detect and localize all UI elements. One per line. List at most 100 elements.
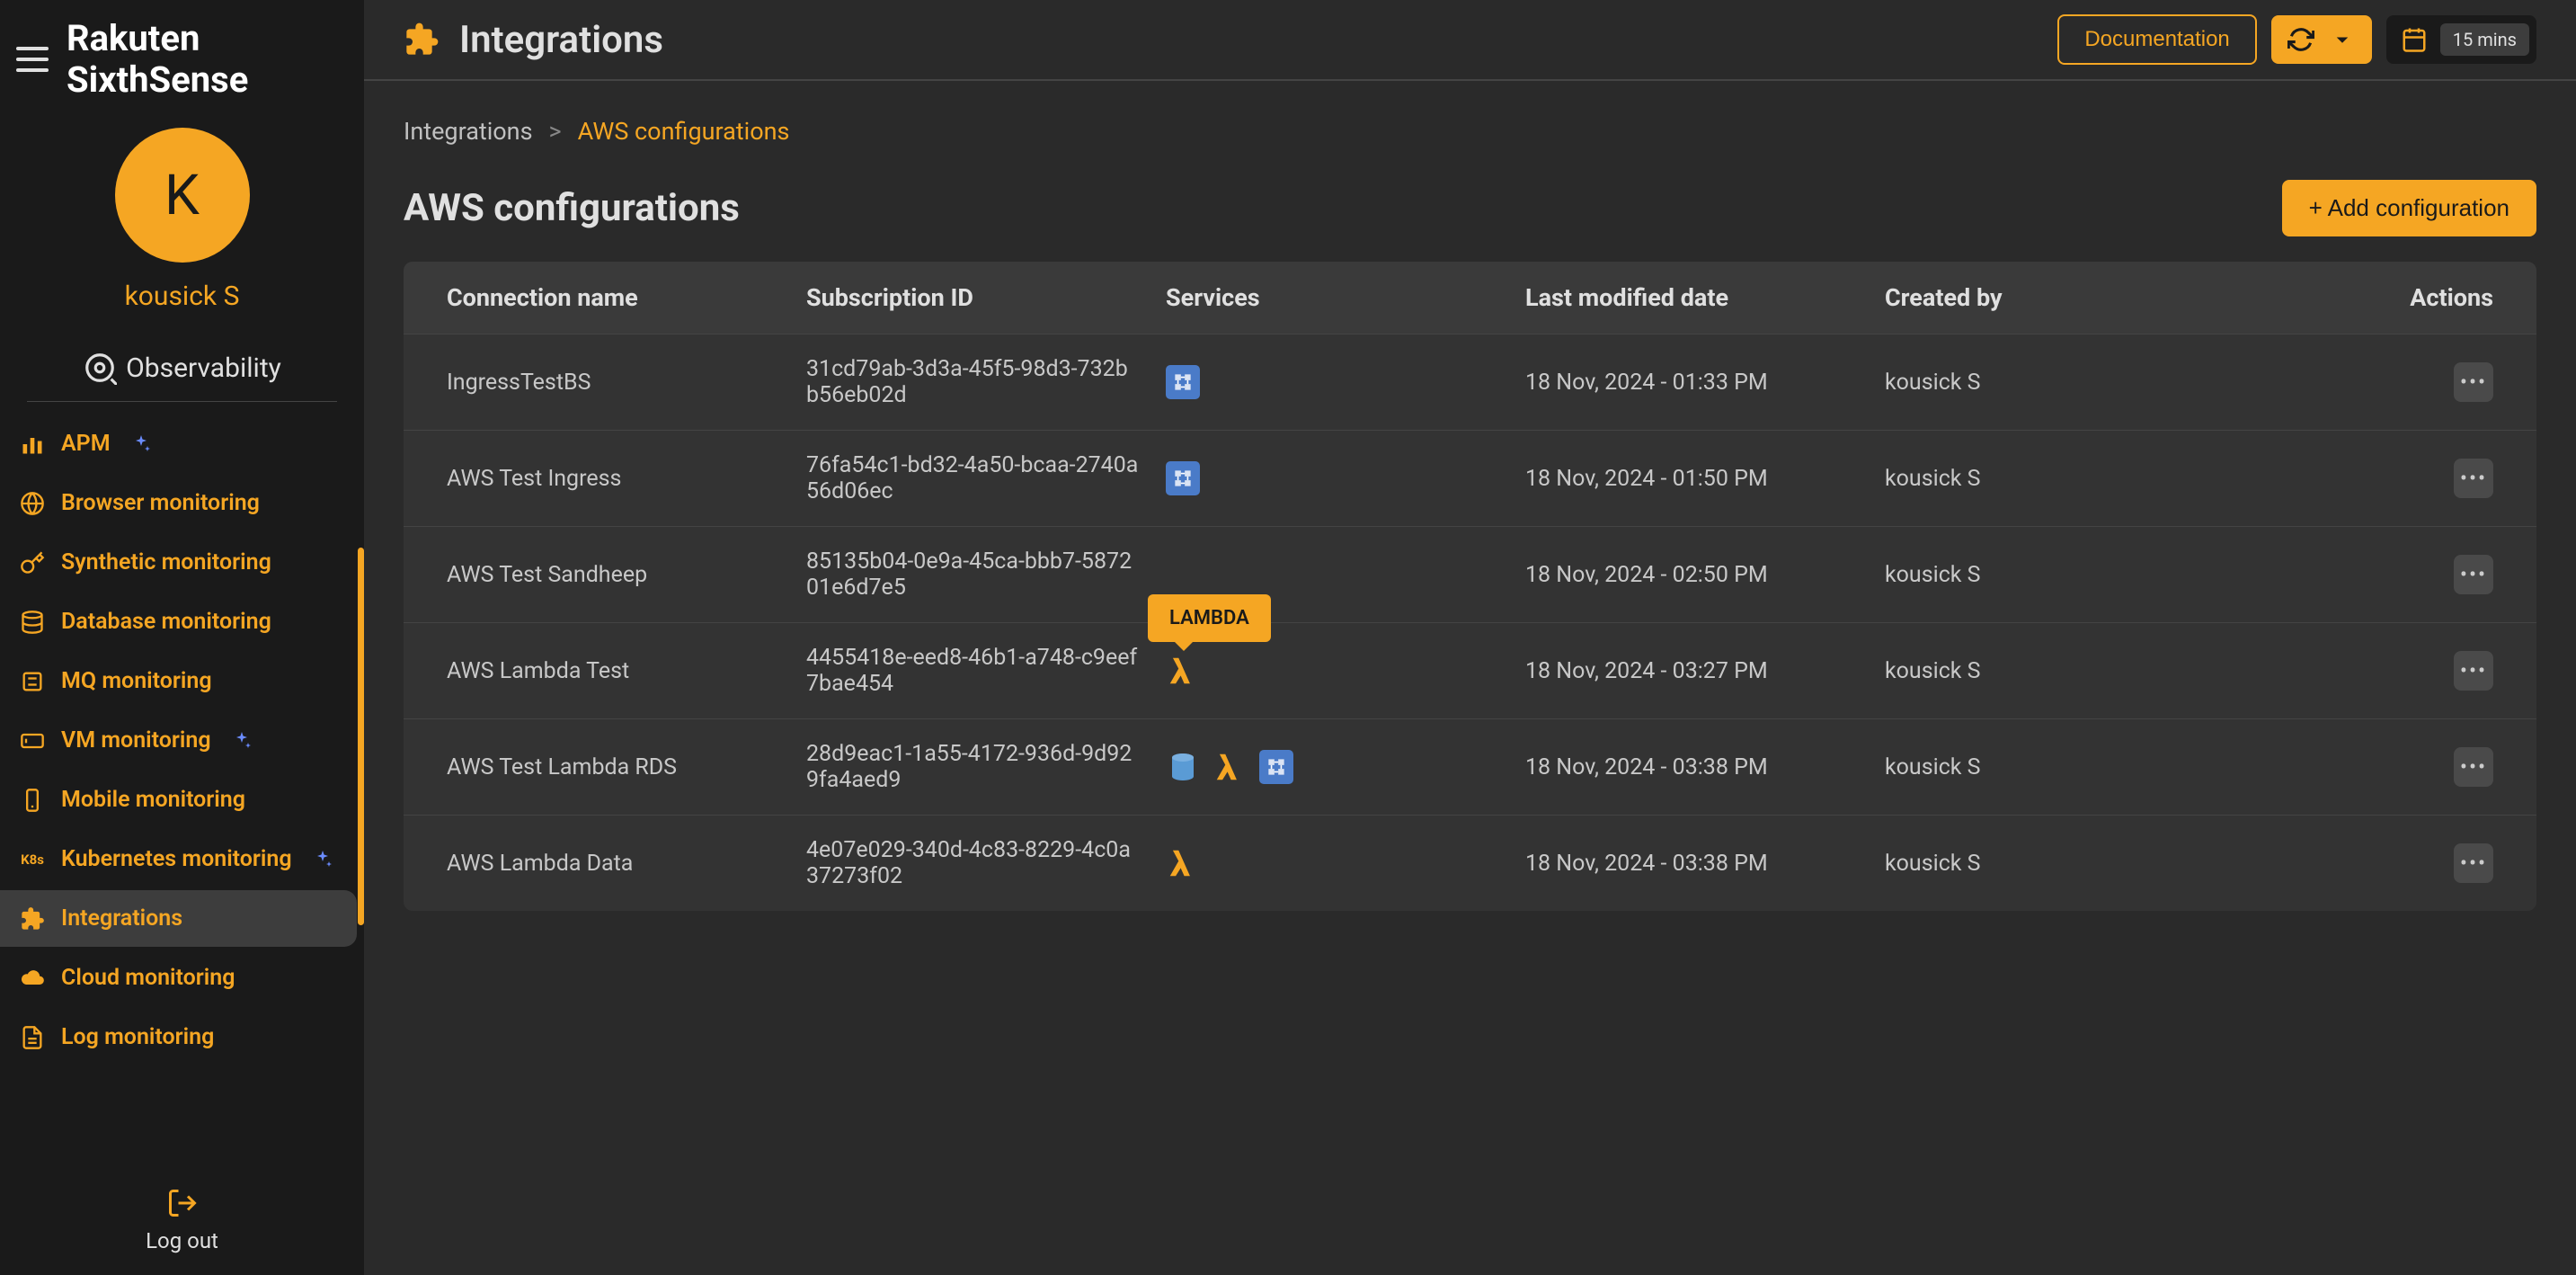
cell-createdby: kousick S xyxy=(1885,466,2244,492)
cell-subscription: 4e07e029-340d-4c83-8229-4c0a37273f02 xyxy=(806,837,1166,889)
table-row: IngressTestBS31cd79ab-3d3a-45f5-98d3-732… xyxy=(404,334,2536,430)
breadcrumb-root[interactable]: Integrations xyxy=(404,117,533,146)
sidebar-item-mobile-monitoring[interactable]: Mobile monitoring xyxy=(0,771,357,828)
sidebar-item-log-monitoring[interactable]: Log monitoring xyxy=(0,1009,357,1065)
logout-button[interactable]: Log out xyxy=(0,1165,364,1275)
row-actions-button[interactable]: ••• xyxy=(2454,651,2493,691)
row-actions-button[interactable]: ••• xyxy=(2454,459,2493,498)
cell-name: AWS Test Ingress xyxy=(447,466,806,492)
nav-icon xyxy=(20,1025,45,1050)
username: kousick S xyxy=(125,281,240,312)
row-actions-button[interactable]: ••• xyxy=(2454,843,2493,883)
service-icon-lambda xyxy=(1166,654,1200,688)
observability-heading: Observability xyxy=(0,334,364,401)
chevron-down-icon xyxy=(2329,26,2356,53)
brand-logo: Rakuten SixthSense xyxy=(67,18,248,101)
documentation-button[interactable]: Documentation xyxy=(2057,14,2256,65)
nav-label: APM xyxy=(61,431,111,457)
breadcrumb-separator: > xyxy=(549,117,562,146)
sidebar-item-integrations[interactable]: Integrations xyxy=(0,890,357,947)
topbar-right: Documentation 15 mins xyxy=(2057,14,2536,65)
sidebar-item-browser-monitoring[interactable]: Browser monitoring xyxy=(0,475,357,531)
cell-date: 18 Nov, 2024 - 02:50 PM xyxy=(1525,562,1885,588)
row-actions-button[interactable]: ••• xyxy=(2454,362,2493,402)
puzzle-icon xyxy=(404,22,440,58)
sidebar-item-kubernetes-monitoring[interactable]: K8sKubernetes monitoring xyxy=(0,831,357,887)
cell-actions: ••• xyxy=(2244,843,2493,883)
sidebar-item-cloud-monitoring[interactable]: Cloud monitoring xyxy=(0,950,357,1006)
row-actions-button[interactable]: ••• xyxy=(2454,555,2493,594)
table-row: AWS Lambda Test4455418e-eed8-46b1-a748-c… xyxy=(404,622,2536,718)
row-actions-button[interactable]: ••• xyxy=(2454,747,2493,787)
nav-icon xyxy=(20,906,45,932)
sidebar-item-apm[interactable]: APM xyxy=(0,415,357,472)
service-icon-loadbalancer xyxy=(1259,750,1293,784)
col-header-actions: Actions xyxy=(2244,283,2493,312)
scroll-indicator[interactable] xyxy=(358,548,364,925)
sidebar-item-mq-monitoring[interactable]: MQ monitoring xyxy=(0,653,357,709)
col-header-services: Services xyxy=(1166,283,1525,312)
service-icon-loadbalancer xyxy=(1166,461,1200,495)
cell-date: 18 Nov, 2024 - 01:50 PM xyxy=(1525,466,1885,492)
add-configuration-button[interactable]: + Add configuration xyxy=(2282,180,2536,236)
calendar-icon xyxy=(2401,26,2428,53)
cell-date: 18 Nov, 2024 - 03:38 PM xyxy=(1525,754,1885,780)
avatar-section: K kousick S xyxy=(0,119,364,334)
logout-icon xyxy=(166,1187,199,1219)
cell-actions: ••• xyxy=(2244,459,2493,498)
nav-label: Integrations xyxy=(61,905,182,932)
sparkle-icon xyxy=(130,433,152,455)
title-row: AWS configurations + Add configuration xyxy=(404,180,2536,236)
refresh-icon xyxy=(2287,26,2314,53)
sidebar-item-database-monitoring[interactable]: Database monitoring xyxy=(0,593,357,650)
sidebar-header: Rakuten SixthSense xyxy=(0,0,364,119)
nav-icon xyxy=(20,550,45,575)
nav-label: Log monitoring xyxy=(61,1024,214,1050)
cell-createdby: kousick S xyxy=(1885,851,2244,877)
nav-label: Kubernetes monitoring xyxy=(61,846,292,872)
cell-createdby: kousick S xyxy=(1885,754,2244,780)
service-icon-lambda xyxy=(1212,750,1247,784)
nav-label: VM monitoring xyxy=(61,727,211,753)
cell-subscription: 76fa54c1-bd32-4a50-bcaa-2740a56d06ec xyxy=(806,452,1166,504)
cell-name: IngressTestBS xyxy=(447,370,806,396)
topbar: Integrations Documentation 15 mins xyxy=(364,0,2576,81)
sidebar-item-vm-monitoring[interactable]: VM monitoring xyxy=(0,712,357,769)
cell-createdby: kousick S xyxy=(1885,562,2244,588)
refresh-button[interactable] xyxy=(2271,15,2372,64)
avatar[interactable]: K xyxy=(115,128,250,263)
cell-date: 18 Nov, 2024 - 01:33 PM xyxy=(1525,370,1885,396)
nav-label: Mobile monitoring xyxy=(61,787,245,813)
cell-date: 18 Nov, 2024 - 03:27 PM xyxy=(1525,658,1885,684)
hamburger-icon[interactable] xyxy=(16,47,49,72)
divider xyxy=(27,401,337,402)
topbar-left: Integrations xyxy=(404,18,2057,62)
table-body: IngressTestBS31cd79ab-3d3a-45f5-98d3-732… xyxy=(404,334,2536,911)
logout-label: Log out xyxy=(146,1228,218,1253)
table-row: AWS Lambda Data4e07e029-340d-4c83-8229-4… xyxy=(404,815,2536,911)
time-range-selector[interactable]: 15 mins xyxy=(2386,15,2536,64)
table-row: AWS Test Ingress76fa54c1-bd32-4a50-bcaa-… xyxy=(404,430,2536,526)
cell-services xyxy=(1166,461,1525,495)
nav-icon xyxy=(20,669,45,694)
nav-label: MQ monitoring xyxy=(61,668,212,694)
topbar-title: Integrations xyxy=(459,18,663,62)
cell-actions: ••• xyxy=(2244,555,2493,594)
cell-actions: ••• xyxy=(2244,362,2493,402)
cell-services: LAMBDA xyxy=(1166,654,1525,688)
breadcrumb-current: AWS configurations xyxy=(578,117,790,146)
cell-services xyxy=(1166,750,1525,784)
cell-name: AWS Lambda Test xyxy=(447,658,806,684)
cell-date: 18 Nov, 2024 - 03:38 PM xyxy=(1525,851,1885,877)
cell-name: AWS Lambda Data xyxy=(447,851,806,877)
col-header-date: Last modified date xyxy=(1525,283,1885,312)
cell-actions: ••• xyxy=(2244,747,2493,787)
service-tooltip: LAMBDA xyxy=(1148,594,1271,642)
col-header-subscription: Subscription ID xyxy=(806,283,1166,312)
cell-actions: ••• xyxy=(2244,651,2493,691)
nav-icon xyxy=(20,432,45,457)
sidebar-item-synthetic-monitoring[interactable]: Synthetic monitoring xyxy=(0,534,357,591)
nav-icon xyxy=(20,966,45,991)
cell-services xyxy=(1166,365,1525,399)
observability-label: Observability xyxy=(126,352,281,384)
